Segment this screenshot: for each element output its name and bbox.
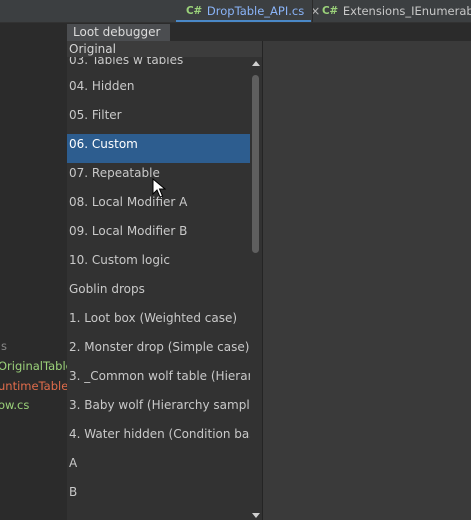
dropdown-option[interactable]: 4. Water hidden (Condition based xyxy=(67,424,250,453)
dropdown-option[interactable]: 03. Tables w tables xyxy=(67,57,250,76)
mouse-cursor-icon xyxy=(152,178,166,198)
ide-window: C# DropTable_API.cs × C# Extensions_IEnu… xyxy=(0,0,471,520)
dropdown-option[interactable]: 10. Custom logic xyxy=(67,250,250,279)
tool-window-tab-bar: Loot debugger xyxy=(67,24,471,41)
scroll-up-arrow-icon[interactable] xyxy=(252,61,260,66)
dropdown-option[interactable]: B xyxy=(67,482,250,511)
dropdown-option[interactable]: 3. _Common wolf table (Hierarchy xyxy=(67,366,250,395)
dropdown-option[interactable]: 05. Filter xyxy=(67,105,250,134)
loot-table-dropdown[interactable]: Original 03. Tables w tables 04. Hidden … xyxy=(67,41,263,520)
project-panel: s OriginalTableD untimeTableD ow.cs xyxy=(0,23,67,520)
editor-tab-bar: C# DropTable_API.cs × C# Extensions_IEnu… xyxy=(0,0,471,23)
scrollbar-thumb[interactable] xyxy=(252,75,259,253)
project-item[interactable]: s xyxy=(1,339,7,353)
csharp-file-icon: C# xyxy=(322,5,338,17)
dropdown-list: 03. Tables w tables 04. Hidden 05. Filte… xyxy=(67,57,250,520)
dropdown-option[interactable]: 2. Monster drop (Simple case) xyxy=(67,337,250,366)
dropdown-option[interactable]: A xyxy=(67,453,250,482)
dropdown-option[interactable]: 04. Hidden xyxy=(67,76,250,105)
editor-tab-label: Extensions_IEnumerable.cs xyxy=(342,4,471,18)
active-tab-indicator xyxy=(176,20,311,22)
project-file-item[interactable]: ow.cs xyxy=(0,398,29,412)
dropdown-option[interactable]: 09. Local Modifier B xyxy=(67,221,250,250)
loot-debugger-panel: Original 03. Tables w tables 04. Hidden … xyxy=(67,41,471,520)
editor-tab-extensions-ienumerable[interactable]: C# Extensions_IEnumerable.cs xyxy=(312,0,471,22)
project-file-item[interactable]: OriginalTableD xyxy=(0,359,67,373)
editor-tab-label: DropTable_API.cs xyxy=(206,4,305,18)
dropdown-option[interactable]: 3. Baby wolf (Hierarchy sample) xyxy=(67,395,250,424)
dropdown-option[interactable]: Goblin drops xyxy=(67,279,250,308)
dropdown-option-highlighted[interactable]: 06. Custom xyxy=(67,134,250,163)
dropdown-option[interactable]: 1. Loot box (Weighted case) xyxy=(67,308,250,337)
editor-tab-droptable-api[interactable]: C# DropTable_API.cs × xyxy=(176,0,320,22)
dropdown-scrollbar[interactable] xyxy=(250,57,262,520)
dropdown-selected-value[interactable]: Original xyxy=(67,41,262,57)
project-file-item[interactable]: untimeTableD xyxy=(0,379,67,393)
csharp-file-icon: C# xyxy=(186,5,202,17)
tab-loot-debugger[interactable]: Loot debugger xyxy=(67,24,171,41)
scroll-down-arrow-icon[interactable] xyxy=(252,513,260,518)
